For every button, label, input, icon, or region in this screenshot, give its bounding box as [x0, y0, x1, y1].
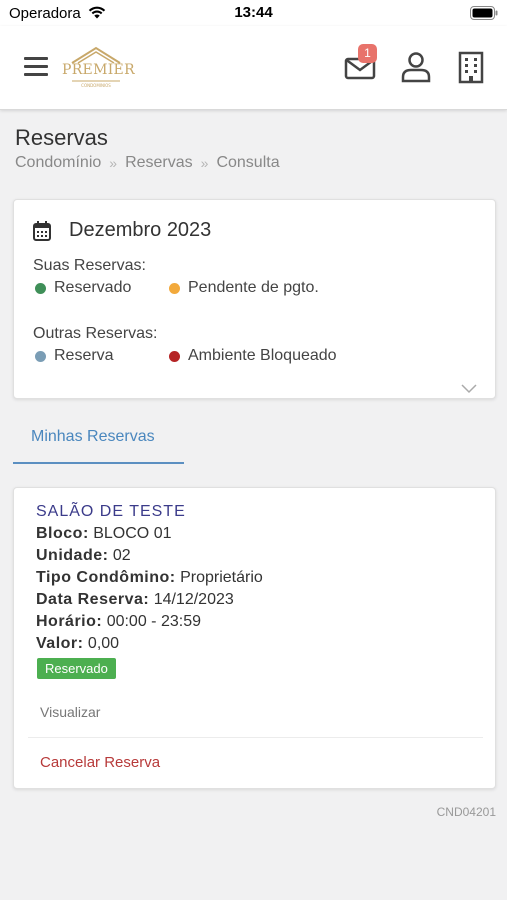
user-icon[interactable] [399, 50, 433, 84]
logo-text: PREMIER [62, 62, 135, 78]
status-dot-icon [35, 282, 46, 294]
field-bloco: Bloco: BLOCO 01 [36, 525, 172, 542]
view-button[interactable]: Visualizar [40, 704, 100, 720]
screen-code: CND04201 [436, 805, 496, 819]
field-tipo-condomino: Tipo Condômino: Proprietário [36, 569, 263, 586]
breadcrumb-item[interactable]: Condomínio [15, 154, 101, 172]
divider [28, 737, 483, 738]
svg-text:CONDOMINIOS: CONDOMINIOS [81, 83, 111, 88]
tab-minhas-reservas[interactable]: Minhas Reservas [13, 420, 184, 464]
breadcrumb: Condomínio » Reservas » Consulta [15, 154, 280, 172]
chevron-down-icon[interactable] [461, 384, 477, 394]
field-unidade: Unidade: 02 [36, 547, 131, 564]
status-badge: Reservado [37, 658, 116, 679]
calendar-icon [33, 221, 51, 241]
field-horario: Horário: 00:00 - 23:59 [36, 613, 201, 630]
tab-label: Minhas Reservas [31, 428, 155, 445]
chevron-right-icon: » [109, 155, 118, 171]
app-header: CONDOMINIOS PREMIER 1 [0, 26, 507, 110]
legend-bloqueado: Ambiente Bloqueado [169, 347, 337, 365]
notification-badge: 1 [358, 44, 377, 63]
logo: CONDOMINIOS PREMIER [62, 45, 135, 91]
calendar-card: Dezembro 2023 Suas Reservas: Reservado P… [13, 199, 496, 399]
legend-pendente: Pendente de pgto. [169, 279, 319, 297]
reservation-title: SALÃO DE TESTE [36, 503, 186, 520]
chevron-right-icon: » [200, 155, 209, 171]
menu-icon[interactable] [24, 57, 48, 77]
field-valor: Valor: 0,00 [36, 635, 120, 652]
page-title: Reservas [15, 125, 108, 150]
legend-reserva: Reserva [35, 347, 114, 365]
reservation-card: SALÃO DE TESTE Bloco: BLOCO 01 Unidade: … [13, 487, 496, 789]
clock: 13:44 [234, 4, 273, 21]
cancel-reservation-button[interactable]: Cancelar Reserva [40, 754, 160, 771]
other-reservations-title: Outras Reservas: [33, 325, 158, 342]
building-icon[interactable] [455, 50, 489, 84]
status-bar: Operadora 13:44 [0, 0, 507, 26]
status-dot-icon [169, 350, 180, 362]
breadcrumb-item[interactable]: Reservas [125, 154, 193, 172]
legend-reservado: Reservado [35, 279, 131, 297]
month-label[interactable]: Dezembro 2023 [69, 219, 211, 242]
own-reservations-title: Suas Reservas: [33, 257, 146, 274]
breadcrumb-item: Consulta [216, 154, 280, 171]
status-dot-icon [35, 350, 46, 362]
battery-icon [470, 6, 498, 20]
status-dot-icon [169, 282, 180, 294]
field-data-reserva: Data Reserva: 14/12/2023 [36, 591, 234, 608]
